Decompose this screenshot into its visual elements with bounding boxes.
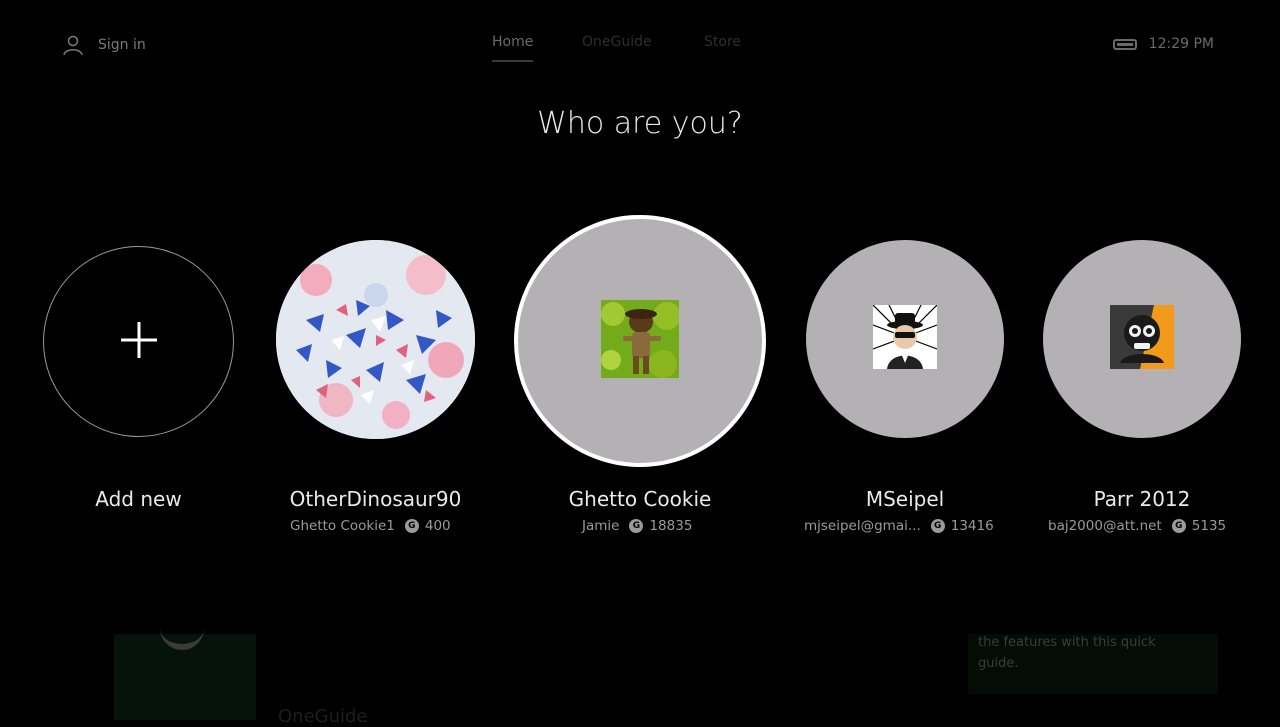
add-new-label: Add new <box>95 487 182 511</box>
page-title: Who are you? <box>537 106 743 141</box>
profile-details: baj2000@att.net 5135 <box>1048 518 1226 534</box>
profile-name: Ghetto Cookie <box>568 487 712 511</box>
tab-oneguide[interactable]: OneGuide <box>582 34 652 50</box>
profile-mseipel[interactable] <box>806 240 1004 438</box>
profile-parr-2012[interactable] <box>1043 240 1241 438</box>
profile-name: Parr 2012 <box>1093 487 1191 511</box>
tab-home-label: Home <box>492 34 534 50</box>
gamerpic-avatar <box>872 304 938 373</box>
status-area: 12:29 PM <box>1112 36 1214 52</box>
profile-details: mjseipel@gmai... 13416 <box>804 518 994 534</box>
gamerscore-icon <box>629 519 644 533</box>
profile-account: mjseipel@gmai... <box>804 518 921 534</box>
background-bottom-text: OneGuide <box>278 706 368 727</box>
gamerscore: 5135 <box>1171 518 1227 534</box>
tab-store-label: Store <box>704 34 742 50</box>
profile-name: MSeipel <box>865 487 945 511</box>
gamerscore: 13416 <box>930 518 994 534</box>
profile-otherdinosaur90[interactable] <box>276 240 475 439</box>
tab-home[interactable]: Home <box>492 34 534 62</box>
profile-details: Jamie 18835 <box>582 518 692 534</box>
gamerscore-icon <box>930 519 945 533</box>
profile-name: OtherDinosaur90 <box>289 487 462 511</box>
gamerpic-avatar <box>1110 305 1174 373</box>
tab-home-underline <box>492 60 534 62</box>
clock: 12:29 PM <box>1148 36 1214 52</box>
profile-account: Ghetto Cookie1 <box>290 518 395 534</box>
gamerscore-value: 18835 <box>649 518 693 534</box>
profile-account: Jamie <box>582 518 620 534</box>
add-new-button[interactable] <box>43 246 234 437</box>
gamerscore-value: 13416 <box>950 518 994 534</box>
gamerscore-icon <box>404 519 419 533</box>
profile-details: Ghetto Cookie1 400 <box>290 518 451 534</box>
plus-icon <box>119 320 159 364</box>
gamerscore-icon <box>1171 519 1186 533</box>
profile-account: baj2000@att.net <box>1048 518 1162 534</box>
gamerpic-avatar <box>601 300 681 382</box>
gamerscore: 400 <box>404 518 451 534</box>
gamerscore: 18835 <box>629 518 692 534</box>
profile-picture-confetti <box>276 240 475 439</box>
profile-ghetto-cookie[interactable] <box>514 215 766 467</box>
gamerscore-value: 5135 <box>1191 518 1227 534</box>
battery-icon <box>1112 38 1137 50</box>
background-guide-text: the features with this quick guide. <box>978 635 1156 671</box>
tab-store[interactable]: Store <box>704 34 741 50</box>
tab-oneguide-label: OneGuide <box>582 34 652 50</box>
main-nav: Home OneGuide Store <box>0 34 1280 64</box>
gamerscore-value: 400 <box>424 518 451 534</box>
